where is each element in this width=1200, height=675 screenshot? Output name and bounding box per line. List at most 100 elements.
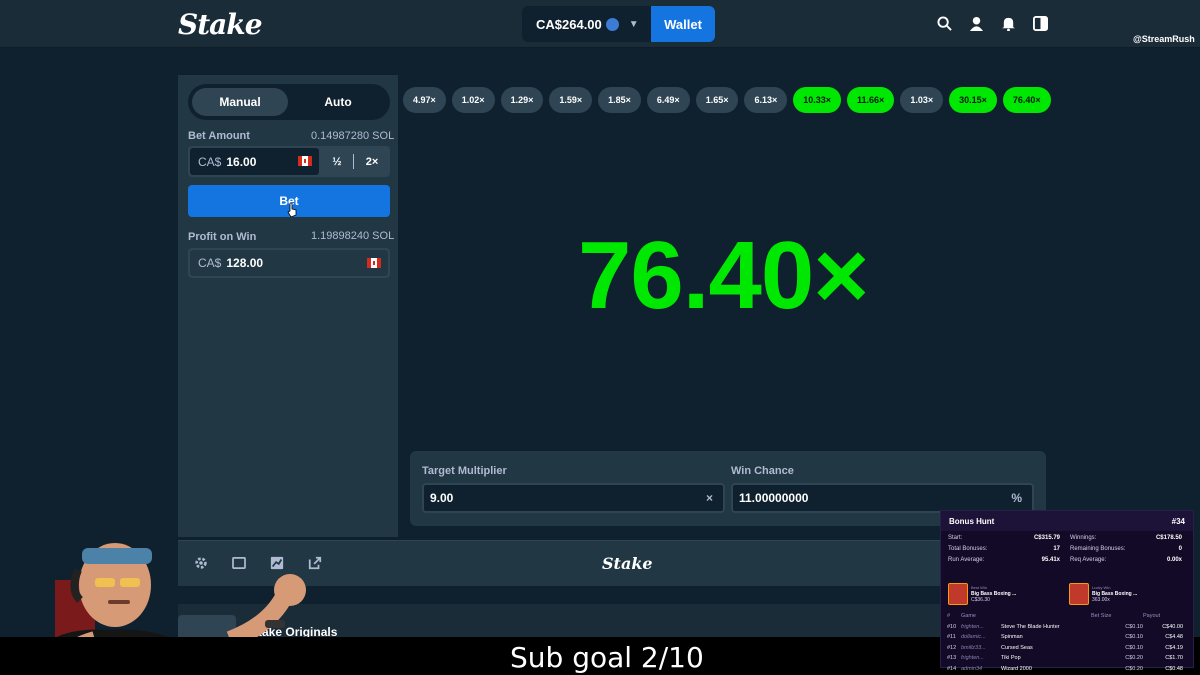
stat-label: Winnings: bbox=[1070, 535, 1097, 541]
cell-bet: C$0.10 bbox=[1125, 644, 1143, 651]
cell-num: #13 bbox=[947, 655, 957, 662]
cell-num: #10 bbox=[947, 623, 957, 630]
canada-flag-icon bbox=[367, 258, 381, 268]
hand-cursor-icon bbox=[287, 203, 297, 217]
double-bet-button[interactable]: 2× bbox=[355, 146, 389, 177]
bell-icon[interactable] bbox=[1000, 14, 1016, 32]
lucky-win-amount: 363.00x bbox=[1092, 597, 1110, 603]
cell-game: Cursed Seas bbox=[1001, 644, 1033, 651]
history-chip[interactable]: 1.03× bbox=[900, 87, 944, 113]
currency-coin-icon bbox=[605, 17, 619, 31]
footer-stake-logo: Stake bbox=[602, 554, 653, 573]
stat-value: 95.41x bbox=[1041, 557, 1060, 563]
stake-logo[interactable]: Stake bbox=[178, 8, 263, 41]
cell-user: dollamic... bbox=[961, 634, 986, 641]
profit-currency: CA$ bbox=[198, 256, 222, 270]
cell-game: Tiki Pop bbox=[1001, 655, 1021, 662]
stat-value: 0.00x bbox=[1166, 557, 1182, 563]
clear-icon[interactable]: × bbox=[706, 491, 713, 505]
best-win-amount: C$36.30 bbox=[971, 597, 990, 603]
stat-value: C$178.50 bbox=[1155, 535, 1182, 541]
profit-field: CA$ 128.00 bbox=[188, 248, 390, 278]
cell-bet: C$0.20 bbox=[1125, 665, 1143, 672]
target-multiplier-value: 9.00 bbox=[430, 491, 454, 505]
history-chip[interactable]: 10.33× bbox=[793, 87, 842, 113]
history-chip[interactable]: 4.97× bbox=[403, 87, 446, 113]
bet-currency: CA$ bbox=[198, 154, 222, 169]
subgoal-text: Sub goal 2/10 bbox=[510, 641, 704, 674]
history-chip[interactable]: 1.85× bbox=[598, 87, 641, 113]
history-chip[interactable]: 1.02× bbox=[451, 87, 495, 113]
history-chip[interactable]: 6.49× bbox=[646, 87, 690, 113]
cell-user: bmillz33... bbox=[961, 644, 986, 651]
history-chip[interactable]: 30.15× bbox=[949, 87, 997, 113]
cell-bet: C$0.20 bbox=[1125, 655, 1143, 662]
win-chance-label: Win Chance bbox=[731, 465, 794, 477]
history-chip[interactable]: 6.13× bbox=[744, 87, 788, 113]
bonus-hunt-table: # Game Bet Size Payout #10 frighten... Ste… bbox=[947, 611, 1189, 674]
bonus-hunt-header: Bonus Hunt #34 bbox=[941, 511, 1193, 531]
cell-bet: C$0.10 bbox=[1125, 634, 1143, 641]
table-row: #14 admin34 Wizard 2000 C$0.20 C$0.48 bbox=[947, 664, 1189, 675]
bonus-hunt-panel: Bonus Hunt #34 Start: C$315.79 Total Bonu… bbox=[940, 510, 1194, 672]
cell-payout: C$1.70 bbox=[1165, 655, 1183, 662]
bet-amount-value[interactable]: 16.00 bbox=[226, 155, 256, 169]
cell-payout: C$40.00 bbox=[1162, 623, 1183, 630]
history-chip[interactable]: 76.40× bbox=[1002, 87, 1051, 113]
col-bet-size: Bet Size bbox=[1091, 613, 1112, 620]
history-chip[interactable]: 1.59× bbox=[549, 87, 593, 113]
balance-selector[interactable]: CA$264.00 ▼ bbox=[522, 6, 652, 42]
divider bbox=[353, 154, 354, 169]
target-multiplier-input[interactable]: 9.00 × bbox=[422, 483, 725, 513]
wallet-button[interactable]: Wallet bbox=[651, 6, 715, 42]
cell-num: #12 bbox=[947, 644, 957, 651]
bet-amount-crypto: 0.14987280 SOL bbox=[311, 130, 395, 142]
target-multiplier-label: Target Multiplier bbox=[422, 465, 507, 477]
best-win-card: Best Win Big Bass Boxing ... C$36.30 bbox=[948, 577, 1060, 611]
cell-num: #11 bbox=[947, 634, 956, 641]
table-row: #13 frighten... Tiki Pop C$0.20 C$1.70 bbox=[947, 653, 1189, 664]
half-bet-button[interactable]: ½ bbox=[320, 146, 354, 177]
stat-label: Run Average: bbox=[948, 557, 985, 563]
cell-payout: C$4.48 bbox=[1165, 634, 1183, 641]
sidebar-toggle-icon[interactable] bbox=[1032, 14, 1048, 32]
win-chance-input[interactable]: 11.00000000 % bbox=[731, 483, 1034, 513]
profit-value: 128.00 bbox=[226, 256, 264, 270]
history-chip[interactable]: 1.65× bbox=[695, 87, 739, 113]
tab-auto[interactable]: Auto bbox=[290, 88, 386, 116]
lucky-win-card: Lucky Win Big Bass Boxing ... 363.00x bbox=[1069, 577, 1181, 611]
streamer-watermark: @StreamRush bbox=[1133, 34, 1195, 44]
win-chance-value: 11.00000000 bbox=[739, 491, 809, 505]
cell-user: admin34 bbox=[961, 665, 983, 672]
col-number: # bbox=[947, 613, 951, 620]
tab-manual[interactable]: Manual bbox=[192, 88, 288, 116]
cell-user: frighten... bbox=[961, 655, 984, 662]
previous-results: 4.97× 1.02× 1.29× 1.59× 1.85× 6.49× 1.65× 6.13×… bbox=[403, 87, 1051, 113]
cell-game: Wizard 2000 bbox=[1001, 665, 1032, 672]
cell-payout: C$4.19 bbox=[1165, 644, 1183, 651]
table-row: #11 dollamic... Spinman C$0.10 C$4.48 bbox=[947, 632, 1189, 643]
bet-amount-label: Bet Amount bbox=[188, 130, 250, 142]
history-chip[interactable]: 11.66× bbox=[847, 87, 895, 113]
table-row: #12 bmillz33... Cursed Seas C$0.10 C$4.19 bbox=[947, 643, 1189, 654]
cell-bet: C$0.10 bbox=[1125, 623, 1143, 630]
cell-game: Steve The Blade Hunter bbox=[1001, 623, 1060, 630]
stat-label: Start: bbox=[948, 535, 963, 541]
col-payout: Payout bbox=[1143, 613, 1161, 620]
search-icon[interactable] bbox=[936, 14, 952, 32]
balance-amount: CA$264.00 bbox=[536, 16, 602, 32]
cell-user: frighten... bbox=[961, 623, 984, 630]
user-icon[interactable] bbox=[968, 14, 984, 32]
profit-on-win-label: Profit on Win bbox=[188, 231, 257, 243]
canada-flag-icon bbox=[298, 156, 312, 166]
table-header: # Game Bet Size Payout bbox=[947, 611, 1189, 622]
stat-value: 17 bbox=[1053, 546, 1060, 552]
stat-value: 0 bbox=[1178, 546, 1182, 552]
profit-crypto: 1.19898240 SOL bbox=[311, 230, 395, 242]
bonus-hunt-title: Bonus Hunt bbox=[949, 516, 995, 526]
history-chip[interactable]: 1.29× bbox=[500, 87, 544, 113]
cell-game: Spinman bbox=[1001, 634, 1023, 641]
game-thumbnail bbox=[1069, 583, 1089, 605]
cell-payout: C$0.48 bbox=[1165, 665, 1183, 672]
bonus-hunt-number: #34 bbox=[1171, 516, 1185, 526]
